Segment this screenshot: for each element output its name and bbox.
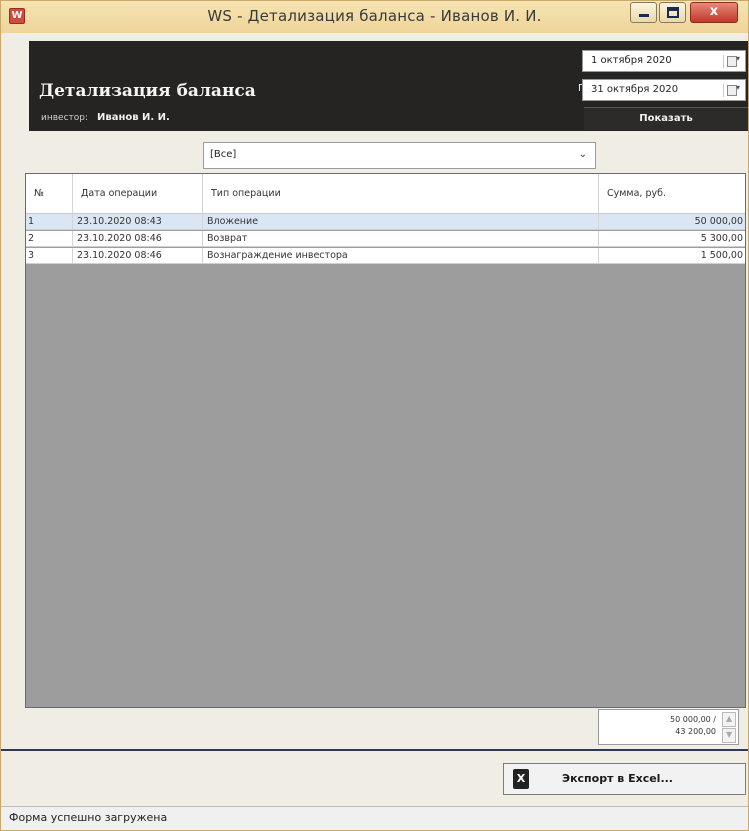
row-type: Вознаграждение инвестора xyxy=(203,248,599,264)
investor-name: Иванов И. И. xyxy=(97,112,170,123)
column-header-date[interactable]: Дата операции xyxy=(73,174,203,214)
column-header-sum[interactable]: Сумма, руб. xyxy=(599,174,745,214)
maximize-button[interactable] xyxy=(659,2,686,23)
totals-line-1: 50 000,00 / xyxy=(670,715,716,724)
divider xyxy=(1,749,748,751)
report-header: Детализация баланса инвестор: Иванов И. … xyxy=(29,41,748,131)
table-row[interactable]: 2 23.10.2020 08:46 Возврат 5 300,00 xyxy=(26,231,745,247)
calendar-dropdown-icon[interactable] xyxy=(723,83,741,97)
table-row[interactable]: 1 23.10.2020 08:43 Вложение 50 000,00 xyxy=(26,214,745,230)
investor-label: инвестор: xyxy=(41,113,89,123)
status-text: Форма успешно загружена xyxy=(9,811,168,824)
maximize-icon xyxy=(667,7,679,18)
row-sum: 50 000,00 xyxy=(694,216,743,227)
close-button[interactable]: x xyxy=(690,2,738,23)
grid-header: № Дата операции Тип операции Сумма, руб. xyxy=(26,174,745,214)
minimize-icon xyxy=(639,14,649,17)
row-number: 3 xyxy=(26,248,73,264)
chevron-down-icon[interactable]: ⌄ xyxy=(579,149,587,160)
page-title: Детализация баланса xyxy=(39,81,256,101)
totals-box: 50 000,00 / 43 200,00 xyxy=(598,709,739,745)
scroll-up-icon[interactable] xyxy=(722,712,736,727)
filter-selected-value: [Все] xyxy=(210,149,237,160)
row-date: 23.10.2020 08:46 xyxy=(73,248,203,264)
column-header-type[interactable]: Тип операции xyxy=(203,174,599,214)
row-date: 23.10.2020 08:43 xyxy=(73,214,203,230)
column-header-number[interactable]: № xyxy=(26,174,73,214)
row-number: 2 xyxy=(26,231,73,247)
operation-type-filter[interactable]: [Все] ⌄ xyxy=(203,142,596,169)
date-to-value: 31 октября 2020 xyxy=(591,84,679,95)
show-button[interactable]: Показать xyxy=(584,107,748,130)
operations-grid[interactable]: № Дата операции Тип операции Сумма, руб.… xyxy=(25,173,746,708)
export-excel-label: Экспорт в Excel... xyxy=(562,772,673,785)
calendar-dropdown-icon[interactable] xyxy=(723,54,741,68)
export-excel-button[interactable]: X Экспорт в Excel... xyxy=(503,763,746,795)
row-number: 1 xyxy=(26,214,73,230)
totals-line-2: 43 200,00 xyxy=(675,727,716,736)
row-date: 23.10.2020 08:46 xyxy=(73,231,203,247)
minimize-button[interactable] xyxy=(630,2,657,23)
table-row[interactable]: 3 23.10.2020 08:46 Вознаграждение инвест… xyxy=(26,248,745,264)
excel-icon: X xyxy=(513,769,529,789)
row-type: Возврат xyxy=(203,231,599,247)
status-bar: Форма успешно загружена xyxy=(1,806,748,830)
date-from-value: 1 октября 2020 xyxy=(591,55,672,66)
scroll-down-icon[interactable] xyxy=(722,728,736,743)
totals-text: 50 000,00 / 43 200,00 xyxy=(670,714,716,738)
date-to-picker[interactable]: 31 октября 2020 xyxy=(582,79,746,101)
row-sum: 5 300,00 xyxy=(700,233,743,244)
date-from-picker[interactable]: 1 октября 2020 xyxy=(582,50,746,72)
app-window: W WS - Детализация баланса - Иванов И. И… xyxy=(0,0,749,831)
row-type: Вложение xyxy=(203,214,599,230)
title-bar[interactable]: W WS - Детализация баланса - Иванов И. И… xyxy=(1,1,748,33)
row-sum: 1 500,00 xyxy=(700,250,743,261)
close-icon: x xyxy=(709,4,719,19)
